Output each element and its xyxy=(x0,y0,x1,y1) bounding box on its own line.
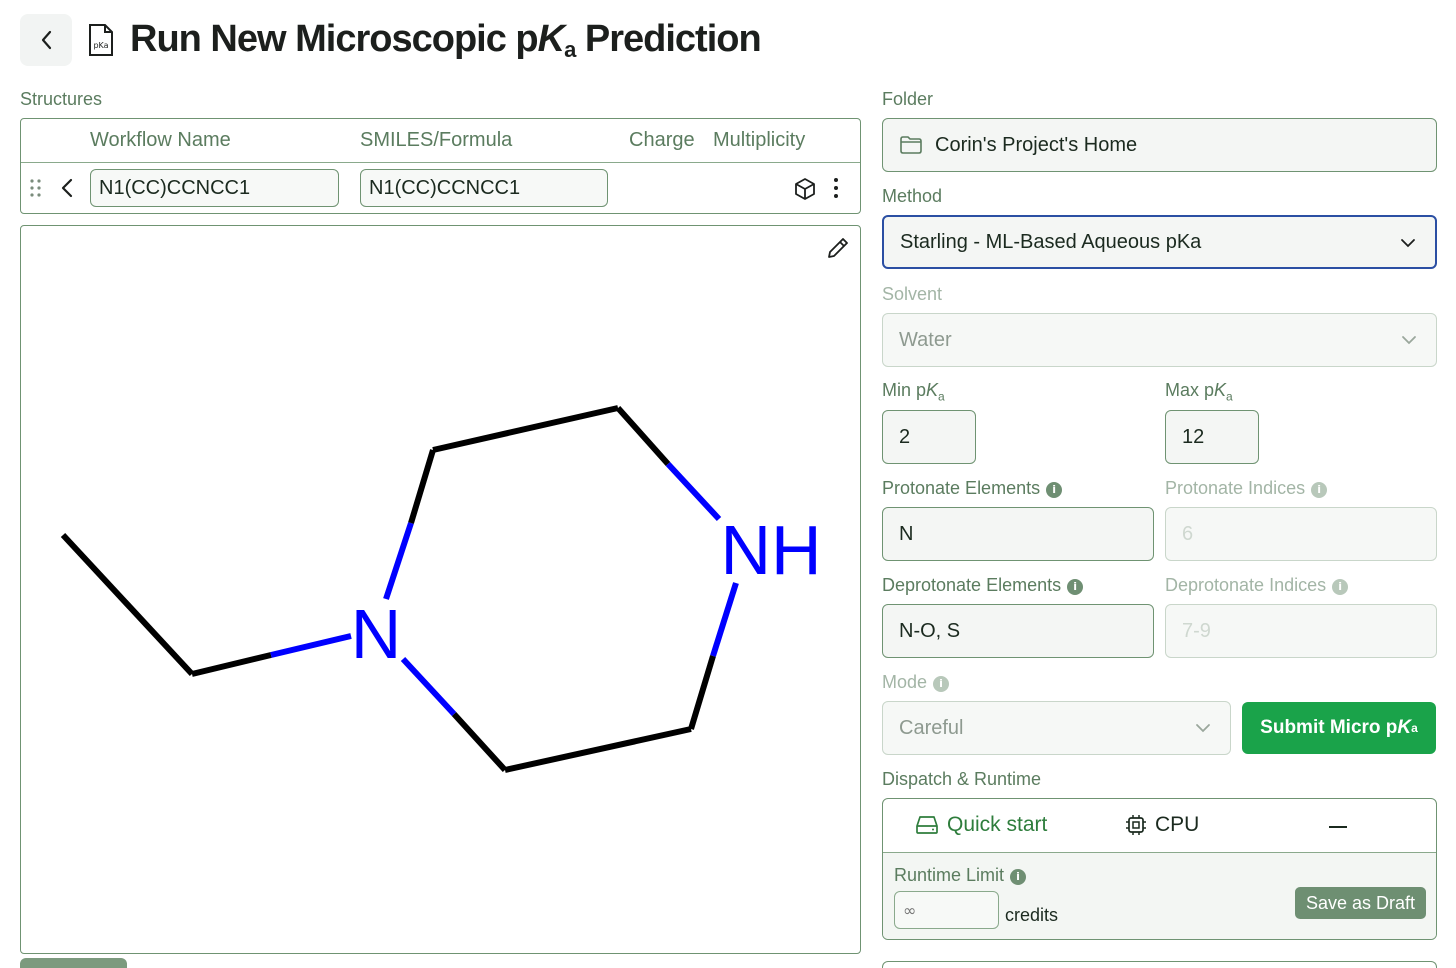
molecule-viewer[interactable]: N NH xyxy=(20,225,861,954)
chevron-down-icon xyxy=(1196,724,1210,733)
workflow-name-input[interactable] xyxy=(90,169,339,207)
deprotonate-indices-label: Deprotonate Indices i xyxy=(1165,575,1349,596)
mode-label: Mode i xyxy=(882,672,950,693)
folder-label: Folder xyxy=(882,89,934,109)
more-options-icon[interactable] xyxy=(829,176,843,200)
runtime-limit-input[interactable] xyxy=(894,891,999,929)
svg-text:pKa: pKa xyxy=(93,41,108,50)
page-header: pKa Run New Microscopic pKa Prediction xyxy=(20,12,762,68)
collapse-toggle[interactable] xyxy=(1329,826,1347,828)
structures-table: Workflow Name SMILES/Formula Charge Mult… xyxy=(20,118,861,214)
mode-select[interactable]: Careful xyxy=(882,701,1231,755)
info-icon[interactable]: i xyxy=(1067,579,1084,595)
back-button[interactable] xyxy=(20,14,72,66)
chevron-down-icon xyxy=(1402,336,1416,345)
folder-value: Corin's Project's Home xyxy=(935,133,1138,156)
min-pka-input[interactable]: 2 xyxy=(882,410,976,464)
protonate-indices-label: Protonate Indices i xyxy=(1165,478,1328,499)
info-icon[interactable]: i xyxy=(1046,482,1063,498)
protonate-elements-value: N xyxy=(899,522,914,545)
quick-start-label: Quick start xyxy=(947,813,1048,836)
atom-nh-label: NH xyxy=(720,511,821,589)
dispatch-runtime-panel: Quick start CPU Runtime Limiti credits S… xyxy=(882,798,1437,940)
cpu-label: CPU xyxy=(1155,813,1200,836)
deprotonate-indices-input[interactable]: 7-9 xyxy=(1165,604,1437,658)
page-title: Run New Microscopic pKa Prediction xyxy=(130,17,762,62)
info-icon[interactable]: i xyxy=(1311,482,1328,498)
chevron-left-icon xyxy=(41,30,52,50)
solvent-select[interactable]: Water xyxy=(882,313,1437,367)
max-pka-value: 12 xyxy=(1182,425,1205,448)
structure-tab[interactable] xyxy=(20,958,127,968)
pka-document-icon: pKa xyxy=(86,22,116,58)
column-smiles: SMILES/Formula xyxy=(360,129,513,151)
protonate-indices-placeholder: 6 xyxy=(1182,522,1194,545)
save-as-draft-button[interactable]: Save as Draft xyxy=(1295,887,1426,919)
protonate-elements-label: Protonate Elements i xyxy=(882,478,1063,499)
method-label: Method xyxy=(882,186,943,206)
protonate-indices-input[interactable]: 6 xyxy=(1165,507,1437,561)
runtime-limit-label: Runtime Limit i xyxy=(894,865,1027,886)
hard-drive-icon xyxy=(916,816,938,834)
min-pka-value: 2 xyxy=(899,425,911,448)
quick-start-option[interactable]: Quick start xyxy=(915,813,1047,837)
credits-label: credits xyxy=(1005,905,1059,925)
deprotonate-elements-label: Deprotonate Elements i xyxy=(882,575,1084,596)
min-pka-label: Min pKa xyxy=(882,380,945,404)
deprotonate-elements-value: N-O, S xyxy=(899,619,961,642)
solvent-label: Solvent xyxy=(882,284,943,304)
info-icon[interactable]: i xyxy=(1010,869,1027,885)
cpu-option[interactable]: CPU xyxy=(1125,813,1199,837)
submit-micro-pka-button[interactable]: Submit Micro pKa xyxy=(1242,702,1436,754)
solvent-value: Water xyxy=(899,328,952,351)
method-select[interactable]: Starling - ML-Based Aqueous pKa xyxy=(882,215,1437,269)
smiles-input[interactable] xyxy=(360,169,608,207)
chevron-down-icon xyxy=(1401,239,1415,248)
deprotonate-indices-placeholder: 7-9 xyxy=(1182,619,1211,642)
runtime-settings: Runtime Limiti credits Save as Draft xyxy=(883,853,1436,939)
folder-icon xyxy=(900,136,922,154)
mode-value: Careful xyxy=(899,716,964,739)
structures-label: Structures xyxy=(20,89,103,109)
column-multiplicity: Multiplicity xyxy=(713,129,806,151)
info-icon[interactable]: i xyxy=(933,676,950,692)
cpu-chip-icon xyxy=(1126,815,1146,835)
info-icon[interactable]: i xyxy=(1332,579,1349,595)
chevron-left-icon[interactable] xyxy=(59,177,75,199)
structure-row xyxy=(21,163,860,213)
folder-select[interactable]: Corin's Project's Home xyxy=(882,118,1437,172)
drag-handle-icon[interactable] xyxy=(29,178,43,198)
method-value: Starling - ML-Based Aqueous pKa xyxy=(900,230,1202,253)
structures-table-header: Workflow Name SMILES/Formula Charge Mult… xyxy=(21,119,860,163)
dispatch-options: Quick start CPU xyxy=(883,799,1436,853)
cube-3d-icon[interactable] xyxy=(793,177,817,201)
column-workflow-name: Workflow Name xyxy=(90,129,231,151)
next-panel-edge xyxy=(882,961,1437,968)
molecule-structure: N NH xyxy=(60,405,822,773)
max-pka-input[interactable]: 12 xyxy=(1165,410,1259,464)
atom-n1-label: N xyxy=(351,595,402,673)
column-charge: Charge xyxy=(629,129,695,151)
dispatch-runtime-label: Dispatch & Runtime xyxy=(882,769,1042,789)
protonate-elements-input[interactable]: N xyxy=(882,507,1154,561)
max-pka-label: Max pKa xyxy=(1165,380,1233,404)
deprotonate-elements-input[interactable]: N-O, S xyxy=(882,604,1154,658)
